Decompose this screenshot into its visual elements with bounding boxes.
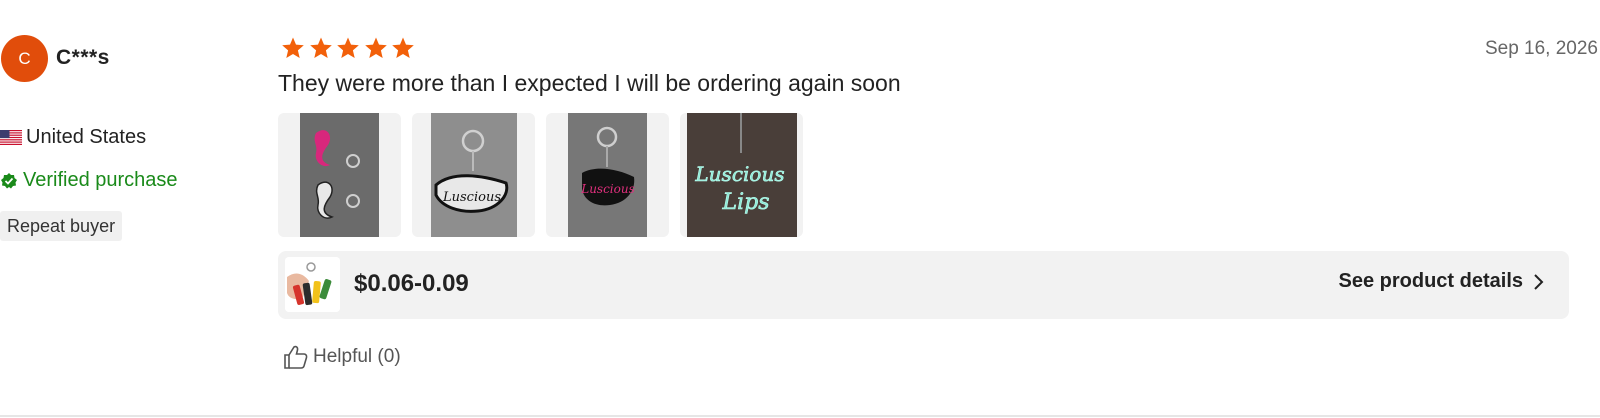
svg-text:Luscious: Luscious (442, 190, 501, 205)
product-details-label: See product details (1338, 270, 1524, 292)
verified-label: Verified purchase (23, 169, 178, 191)
star-icon (392, 37, 414, 58)
star-icon (337, 37, 359, 58)
helpful-button[interactable]: Helpful (0) (282, 344, 401, 370)
review-photo[interactable]: Luscious (546, 113, 669, 237)
review-photos: Luscious Luscious Luscious Lips (278, 113, 814, 237)
product-thumbnail-image (285, 257, 340, 312)
helpful-label: Helpful (0) (313, 346, 401, 367)
review-photo[interactable]: Luscious Lips (680, 113, 803, 237)
star-rating (281, 36, 419, 60)
product-thumbnail[interactable] (285, 257, 340, 312)
photo-glow-keychain: Luscious Lips (687, 113, 797, 237)
svg-text:Lips: Lips (721, 190, 769, 215)
review-date: Sep 16, 2026 (1484, 38, 1598, 59)
photo-pink-keychain: Luscious (568, 113, 647, 237)
badge-label: Repeat buyer (7, 215, 116, 236)
svg-text:Luscious: Luscious (580, 182, 635, 196)
review-photo[interactable] (278, 113, 401, 237)
avatar[interactable]: C (1, 35, 48, 82)
verified-check-icon (1, 172, 17, 188)
reviewer-country: United States (0, 126, 146, 149)
star-icon (364, 37, 387, 58)
photo-white-keychain: Luscious (431, 113, 517, 237)
avatar-letter: C (18, 48, 31, 68)
svg-text:Luscious: Luscious (694, 162, 784, 186)
thumbs-up-icon (284, 345, 308, 369)
review-text: They were more than I expected I will be… (278, 70, 901, 96)
country-label: United States (26, 126, 147, 148)
us-flag-icon (0, 130, 22, 145)
star-icon (282, 37, 304, 58)
bottom-divider (0, 415, 1600, 417)
product-bar[interactable]: $0.06-0.09 See product details (278, 251, 1569, 319)
chevron-right-icon (1534, 273, 1544, 290)
review-card: C C***s United States Verified purchase … (0, 0, 1600, 418)
see-product-details-link[interactable]: See product details (1339, 270, 1546, 293)
photo-pink-and-white-keychains (300, 113, 379, 237)
review-photo[interactable]: Luscious (412, 113, 535, 237)
repeat-buyer-badge: Repeat buyer (0, 211, 123, 241)
verified-purchase: Verified purchase (0, 169, 178, 192)
reviewer-name: C***s (56, 46, 110, 69)
product-price: $0.06-0.09 (354, 270, 469, 297)
star-icon (309, 37, 332, 58)
